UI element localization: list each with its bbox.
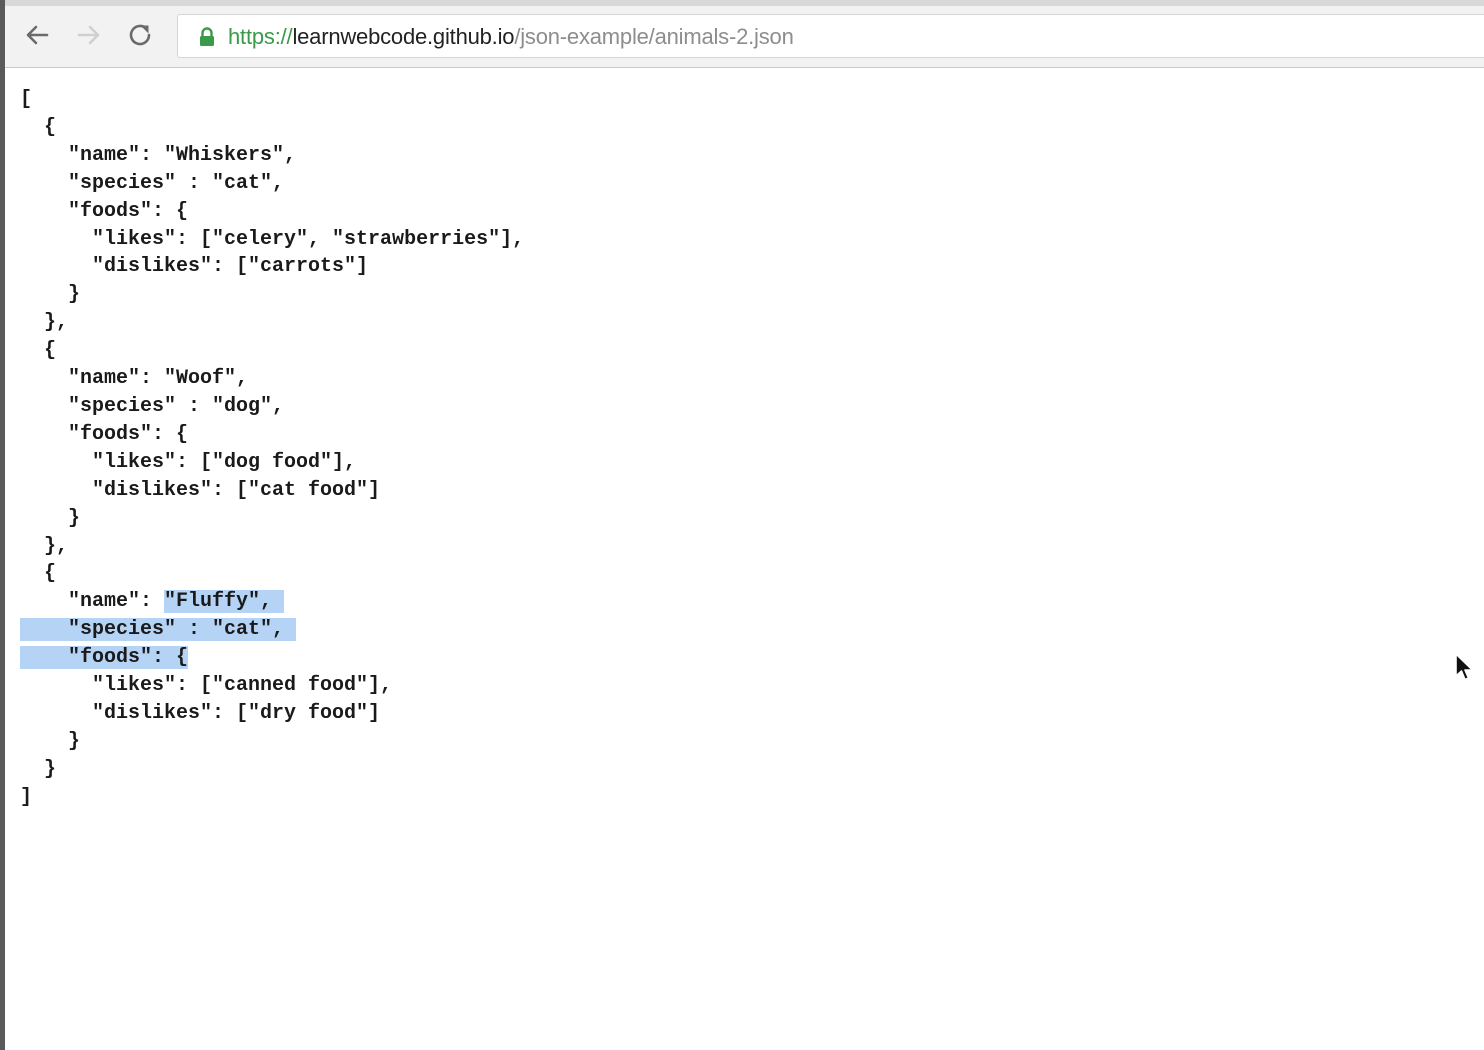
json-name-line: "name": "Woof", (20, 367, 249, 391)
mouse-pointer-icon (1455, 653, 1474, 681)
reload-icon (129, 24, 151, 46)
json-object-open: { (20, 339, 57, 363)
json-object-close: }, (20, 311, 69, 335)
url-host: learnwebcode.github.io (292, 24, 515, 49)
json-name-prefix: "name": (20, 590, 165, 614)
json-species-line: "species" : "cat", (20, 171, 285, 195)
json-source: [ { "name": "Whiskers", "species" : "cat… (20, 86, 1460, 812)
selection-indent[interactable] (20, 646, 69, 670)
selected-name-value[interactable]: "Fluffy", (164, 590, 285, 614)
json-object-open: { (20, 115, 57, 139)
window-left-edge (0, 0, 5, 1050)
json-close-array: ] (20, 785, 33, 809)
url-text[interactable]: https://learnwebcode.github.io/json-exam… (228, 25, 794, 49)
arrow-right-icon (77, 25, 100, 45)
back-button[interactable] (19, 17, 55, 53)
json-foods-close: } (20, 283, 81, 307)
json-dislikes-line: "dislikes": ["carrots"] (20, 255, 369, 279)
json-foods-line: "foods": { (20, 199, 189, 223)
json-object-open: { (20, 562, 57, 586)
json-document: [ { "name": "Whiskers", "species" : "cat… (20, 86, 1460, 1026)
forward-button[interactable] (71, 17, 107, 53)
json-dislikes-line: "dislikes": ["dry food"] (20, 701, 381, 725)
json-object-close: } (20, 757, 57, 781)
reload-button[interactable] (122, 17, 158, 53)
browser-toolbar: https://learnwebcode.github.io/json-exam… (5, 6, 1484, 68)
json-likes-line: "likes": ["dog food"], (20, 450, 357, 474)
json-object-close: }, (20, 534, 69, 558)
json-species-line: "species" : "dog", (20, 394, 285, 418)
address-bar[interactable]: https://learnwebcode.github.io/json-exam… (177, 14, 1484, 58)
lock-icon (200, 27, 214, 46)
json-open-array: [ (20, 88, 33, 111)
selected-foods-line[interactable]: "foods": { (68, 646, 189, 670)
arrow-left-icon (26, 25, 49, 45)
selection-indent[interactable] (20, 618, 69, 642)
json-likes-line: "likes": ["celery", "strawberries"], (20, 227, 525, 251)
json-foods-close: } (20, 729, 81, 753)
url-scheme: https:// (228, 24, 293, 49)
json-foods-line: "foods": { (20, 422, 189, 446)
json-foods-close: } (20, 506, 81, 530)
json-name-line: "name": "Whiskers", (20, 143, 297, 167)
json-likes-line: "likes": ["canned food"], (20, 674, 393, 698)
selected-species-line[interactable]: "species" : "cat", (68, 618, 297, 642)
url-path: /json-example/animals-2.json (514, 24, 794, 49)
json-dislikes-line: "dislikes": ["cat food"] (20, 478, 381, 502)
